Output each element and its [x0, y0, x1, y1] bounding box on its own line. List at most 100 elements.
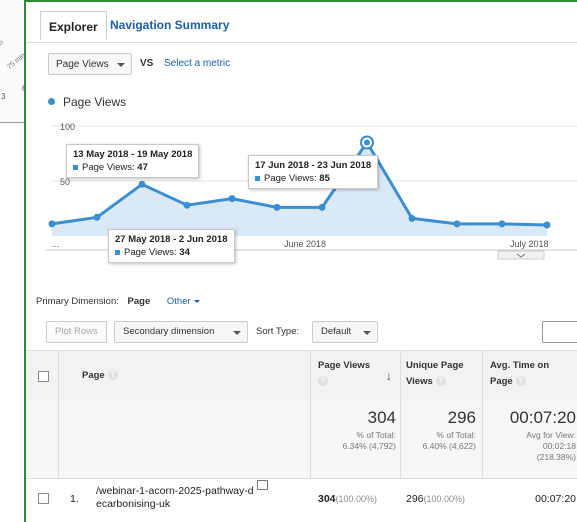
- data-point: [48, 220, 56, 228]
- row-page-views-value: 304: [318, 493, 336, 505]
- series-dot-icon: [48, 98, 55, 106]
- row-page-line1: /webinar-1-acorn-2025-pathway-d: [96, 485, 254, 497]
- tooltip-value: 47: [137, 162, 148, 173]
- primary-dimension-row: Primary Dimension: Page Other: [36, 296, 200, 307]
- column-divider: [400, 400, 401, 478]
- vs-label: VS: [140, 58, 154, 69]
- bg-text: 3: [1, 92, 6, 101]
- column-divider: [58, 351, 59, 401]
- column-divider: [482, 351, 483, 401]
- total-pct-value: 6.34% (4,792): [342, 441, 396, 451]
- report-tabs: Explorer Navigation Summary: [26, 2, 577, 43]
- total-page-views: 304: [367, 408, 396, 427]
- tab-explorer[interactable]: Explorer: [40, 11, 107, 40]
- row-page-path[interactable]: /webinar-1-acorn-2025-pathway-d ecarboni…: [96, 480, 296, 511]
- primary-dimension-page[interactable]: Page: [128, 296, 151, 307]
- range-handle: [497, 250, 545, 260]
- column-divider: [482, 400, 483, 478]
- metric-dropdown-value: Page Views: [56, 59, 109, 70]
- other-label: Other: [166, 296, 191, 307]
- data-point: [543, 221, 551, 229]
- row-unique: 296(100.00%): [406, 493, 465, 505]
- avg-for-view: Avg for View: 00:02:18 (218.38%): [526, 430, 576, 463]
- header-page[interactable]: Page?: [82, 368, 118, 384]
- header-unique-page-views[interactable]: Unique Page Views?: [406, 358, 464, 390]
- table-header: Page? Page Views? ↓ Unique Page Views? Av…: [26, 350, 577, 402]
- plot-rows-button[interactable]: Plot Rows: [46, 321, 107, 343]
- row-page-line2: ecarbonising-uk: [96, 498, 171, 510]
- sort-type-dropdown[interactable]: Default: [312, 321, 378, 343]
- row-checkbox[interactable]: [38, 493, 49, 504]
- metric-dropdown[interactable]: Page Views: [48, 53, 132, 75]
- header-unique-line2: Views: [406, 376, 433, 387]
- chevron-down-icon: [117, 63, 125, 67]
- legend-label: Page Views: [63, 95, 127, 109]
- header-avg-line1: Avg. Time on: [490, 360, 550, 371]
- primary-dimension-label: Primary Dimension:: [36, 296, 119, 307]
- header-page-views[interactable]: Page Views?: [318, 358, 370, 390]
- data-point: [273, 203, 281, 211]
- open-link-icon[interactable]: [256, 480, 268, 491]
- table-row[interactable]: 1. /webinar-1-acorn-2025-pathway-d ecarb…: [26, 479, 577, 519]
- select-metric-link[interactable]: Select a metric: [164, 58, 230, 69]
- data-point: [498, 220, 506, 228]
- header-avg-time-on-page[interactable]: Avg. Time on Page?: [490, 358, 549, 390]
- tooltip-range: 27 May 2018 - 2 Jun 2018: [115, 234, 228, 245]
- total-pct-value: 6.40% (4,622): [422, 441, 476, 451]
- row-page-views-pct: (100.00%): [335, 494, 378, 504]
- x-tick-label: June 2018: [284, 239, 326, 249]
- data-point: [138, 180, 146, 188]
- help-icon[interactable]: ?: [107, 370, 118, 381]
- total-pct-label: % of Total:: [356, 430, 396, 440]
- header-avg-line2: Page: [490, 376, 513, 387]
- row-index: 1.: [70, 493, 79, 505]
- table-search-input[interactable]: [542, 321, 577, 343]
- data-point: [408, 214, 416, 222]
- other-dimension-dropdown[interactable]: Other: [167, 296, 200, 307]
- tooltip-value: 34: [179, 247, 190, 258]
- column-divider: [310, 351, 311, 401]
- column-divider: [58, 400, 59, 478]
- header-page-label: Page: [82, 370, 105, 381]
- y-tick-label: 100: [60, 122, 75, 132]
- sort-type-value: Default: [321, 326, 352, 337]
- chart-tooltip-may27: 27 May 2018 - 2 Jun 2018 Page Views: 34: [108, 229, 235, 263]
- chevron-down-icon: [363, 331, 371, 335]
- sort-descending-icon[interactable]: ↓: [386, 369, 392, 383]
- bg-text: in: [0, 39, 6, 48]
- tooltip-metric: Page Views:: [82, 162, 135, 173]
- header-page-views-label: Page Views: [318, 360, 371, 371]
- total-page-views-pct: % of Total: 6.34% (4,792): [343, 430, 396, 452]
- select-all-checkbox[interactable]: [38, 371, 49, 382]
- help-icon[interactable]: ?: [435, 376, 446, 387]
- help-icon[interactable]: ?: [318, 376, 328, 387]
- chevron-down-icon: [233, 331, 241, 335]
- tooltip-range: 17 Jun 2018 - 23 Jun 2018: [255, 160, 372, 171]
- data-point: [228, 195, 236, 203]
- tab-navigation-summary[interactable]: Navigation Summary: [110, 18, 229, 32]
- series-square-icon: [73, 164, 78, 170]
- tooltip-metric: Page Views:: [264, 173, 317, 184]
- series-square-icon: [255, 175, 260, 181]
- avg-for-view-value: 00:02:18: [542, 441, 576, 451]
- secondary-dimension-dropdown[interactable]: Secondary dimension: [114, 321, 248, 343]
- help-icon[interactable]: ?: [515, 376, 526, 387]
- row-avg-time: 00:07:20: [535, 493, 576, 505]
- tooltip-value: 85: [319, 173, 330, 184]
- chevron-down-icon: [193, 299, 200, 303]
- row-unique-pct: (100.00%): [423, 494, 466, 504]
- data-point: [453, 220, 461, 228]
- sort-type-label: Sort Type:: [256, 326, 300, 337]
- avg-for-view-label: Avg for View:: [526, 430, 576, 440]
- column-divider: [310, 400, 311, 478]
- tooltip-range: 13 May 2018 - 19 May 2018: [73, 149, 193, 160]
- secondary-dimension-label: Secondary dimension: [123, 326, 215, 337]
- avg-for-view-pct: (218.38%): [536, 452, 576, 462]
- table-totals-row: 304 % of Total: 6.34% (4,792) 296 % of To…: [26, 400, 577, 479]
- row-unique-value: 296: [406, 493, 424, 505]
- y-tick-label: 50: [60, 177, 70, 187]
- total-avg-time: 00:07:20: [509, 408, 576, 427]
- chart-tooltip-may13: 13 May 2018 - 19 May 2018 Page Views: 47: [66, 144, 200, 178]
- header-unique-line1: Unique Page: [406, 360, 464, 371]
- total-unique-pct: % of Total: 6.40% (4,622): [423, 430, 476, 452]
